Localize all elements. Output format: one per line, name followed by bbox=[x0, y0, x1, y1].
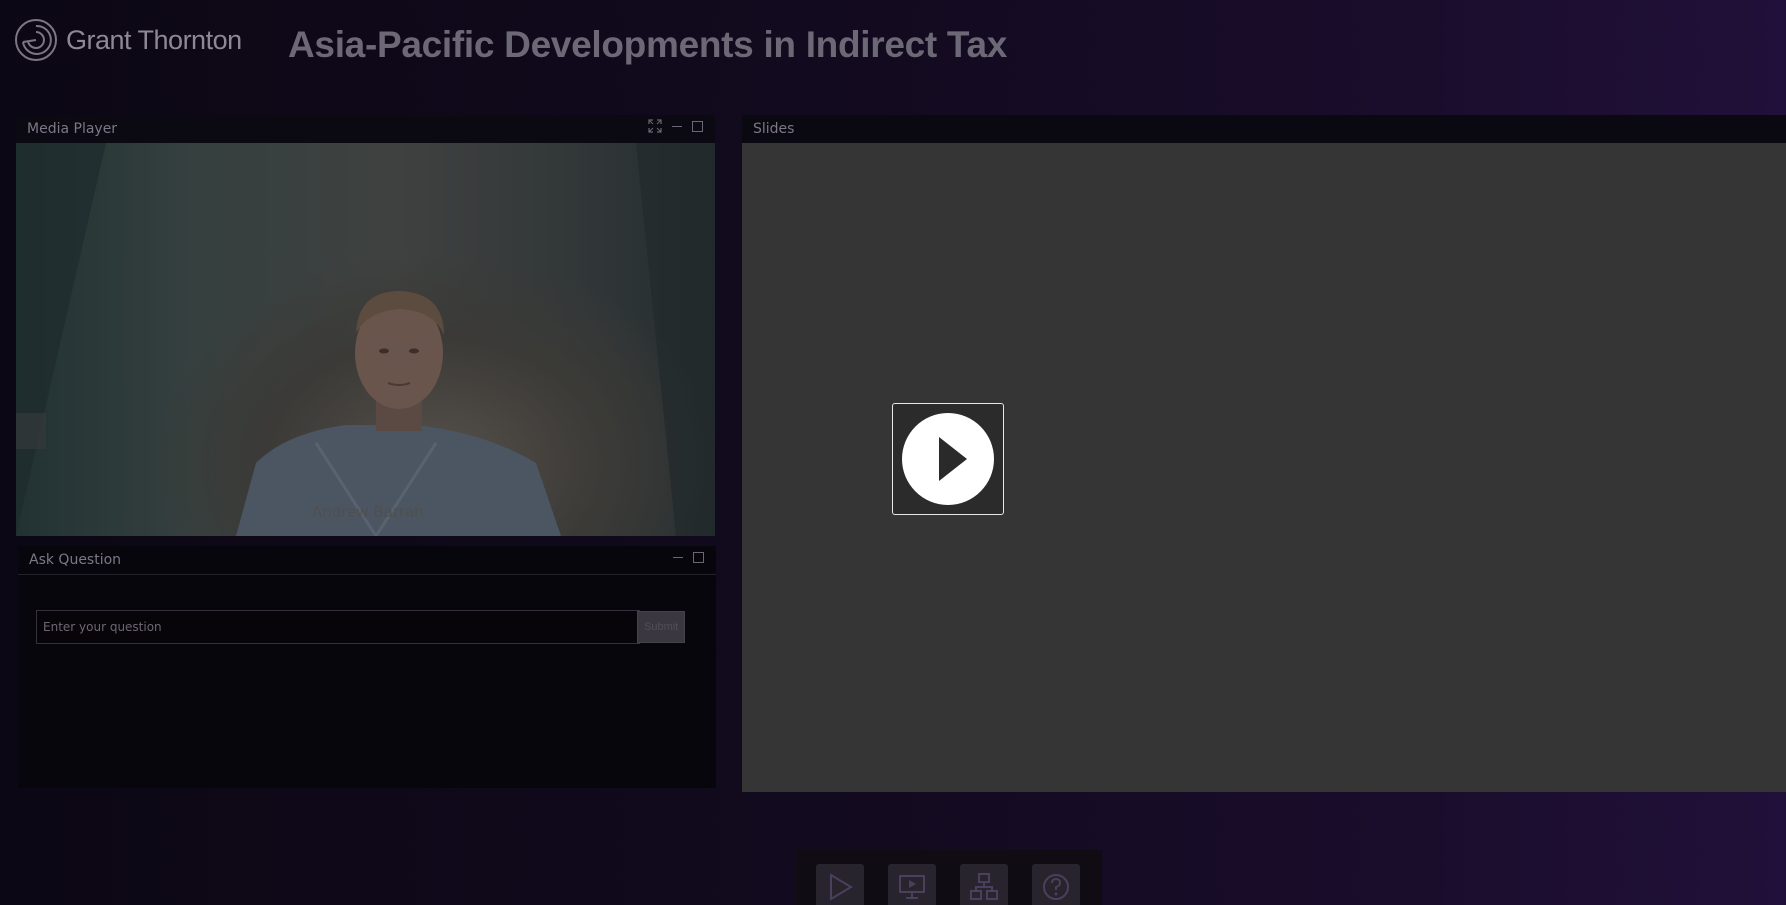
play-icon bbox=[902, 413, 994, 505]
toolbar-network-button[interactable] bbox=[960, 864, 1008, 905]
bottom-toolbar bbox=[796, 850, 1102, 905]
fullscreen-icon[interactable] bbox=[648, 119, 662, 133]
question-input[interactable] bbox=[36, 610, 640, 644]
minimize-icon[interactable] bbox=[670, 119, 684, 133]
header: Grant Thornton Asia-Pacific Developments… bbox=[0, 0, 1786, 96]
ask-question-controls bbox=[671, 550, 704, 564]
slides-panel: Slides bbox=[742, 115, 1786, 792]
media-player-panel: Media Player Andrew Barrah bbox=[16, 115, 715, 536]
slide-viewer bbox=[742, 143, 1786, 792]
ask-question-panel: Ask Question bbox=[18, 546, 716, 788]
ask-question-title: Ask Question bbox=[29, 552, 122, 568]
brand-logo: Grant Thornton bbox=[14, 18, 242, 62]
video-feed[interactable]: Andrew Barrah bbox=[16, 143, 715, 536]
media-player-header: Media Player bbox=[16, 115, 715, 143]
presentation-icon bbox=[899, 875, 925, 899]
speaker-caption: Andrew Barrah bbox=[312, 503, 424, 521]
brand-name: Grant Thornton bbox=[66, 24, 242, 55]
grant-thornton-logo-icon bbox=[15, 19, 57, 61]
minimize-icon[interactable] bbox=[671, 550, 685, 564]
maximize-icon[interactable] bbox=[692, 120, 703, 132]
network-icon bbox=[970, 873, 998, 900]
ask-question-header: Ask Question bbox=[18, 546, 716, 575]
toolbar-play-button[interactable] bbox=[816, 864, 864, 905]
speaker-video-image bbox=[16, 143, 715, 536]
play-icon bbox=[830, 873, 853, 901]
toolbar-presentation-button[interactable] bbox=[888, 864, 936, 905]
media-player-title: Media Player bbox=[27, 121, 118, 137]
slides-title: Slides bbox=[753, 121, 795, 137]
slides-header: Slides bbox=[742, 115, 1786, 143]
play-button[interactable] bbox=[892, 403, 1004, 515]
page-title: Asia-Pacific Developments in Indirect Ta… bbox=[288, 24, 1008, 65]
submit-question-button[interactable]: Submit bbox=[637, 611, 685, 643]
media-player-controls bbox=[648, 119, 703, 133]
maximize-icon[interactable] bbox=[693, 551, 704, 563]
toolbar-help-button[interactable] bbox=[1032, 864, 1080, 905]
help-icon bbox=[1043, 874, 1069, 900]
